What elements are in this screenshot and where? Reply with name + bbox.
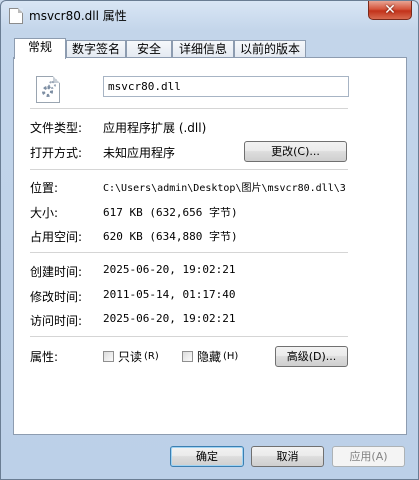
dll-gear-file-icon [36,76,60,103]
hidden-hotkey: (H) [223,351,239,362]
modified-value: 2011-05-14, 01:17:40 [103,288,236,301]
cancel-button[interactable]: 取消 [251,446,324,467]
ok-button[interactable]: 确定 [170,446,244,467]
created-value: 2025-06-20, 19:02:21 [103,263,236,276]
tab-security[interactable]: 安全 [126,40,172,58]
hidden-checkbox-box[interactable] [182,351,193,362]
open-with-value: 未知应用程序 [103,146,176,160]
readonly-hotkey: (R) [144,351,159,362]
divider [30,252,348,253]
accessed-label: 访问时间: [30,314,83,328]
apply-button: 应用(A) [332,446,405,467]
close-icon: ✕ [384,2,396,18]
general-tab-panel: 文件类型: 应用程序扩展 (.dll) 打开方式: 未知应用程序 更改(C)..… [13,57,407,435]
readonly-checkbox-box[interactable] [103,351,114,362]
tab-previous-versions[interactable]: 以前的版本 [234,40,306,58]
file-type-value: 应用程序扩展 (.dll) [103,121,207,135]
properties-dialog: msvcr80.dll 属性 ✕ 常规 数字签名 安全 详细信息 以前的版本 文… [0,0,419,480]
file-name-input[interactable] [103,76,349,97]
divider [30,336,348,337]
advanced-button[interactable]: 高级(D)... [275,346,348,367]
divider [30,169,348,170]
location-value: C:\Users\admin\Desktop\图片\msvcr80.dll\3 [103,183,346,194]
file-type-label: 文件类型: [30,121,83,135]
attributes-label: 属性: [30,350,59,364]
accessed-value: 2025-06-20, 19:02:21 [103,312,236,325]
open-with-label: 打开方式: [30,146,83,160]
dll-file-icon [9,8,23,24]
tab-digital-signatures[interactable]: 数字签名 [66,40,126,58]
tab-general[interactable]: 常规 [14,38,66,59]
change-program-button[interactable]: 更改(C)... [244,141,347,162]
readonly-checkbox-label: 只读 [118,350,143,364]
modified-label: 修改时间: [30,290,83,304]
location-label: 位置: [30,181,59,195]
size-label: 大小: [30,206,59,220]
close-button[interactable]: ✕ [368,1,412,20]
hidden-checkbox[interactable]: 隐藏 (H) [182,348,238,365]
size-value: 617 KB (632,656 字节) [103,206,238,219]
size-on-disk-value: 620 KB (634,880 字节) [103,230,238,243]
created-label: 创建时间: [30,265,83,279]
divider [30,108,348,109]
tab-details[interactable]: 详细信息 [172,40,234,58]
size-on-disk-label: 占用空间: [30,230,83,244]
hidden-checkbox-label: 隐藏 [197,350,222,364]
window-title: msvcr80.dll 属性 [29,9,127,23]
title-bar[interactable]: msvcr80.dll 属性 ✕ [1,1,418,29]
readonly-checkbox[interactable]: 只读 (R) [103,348,159,365]
